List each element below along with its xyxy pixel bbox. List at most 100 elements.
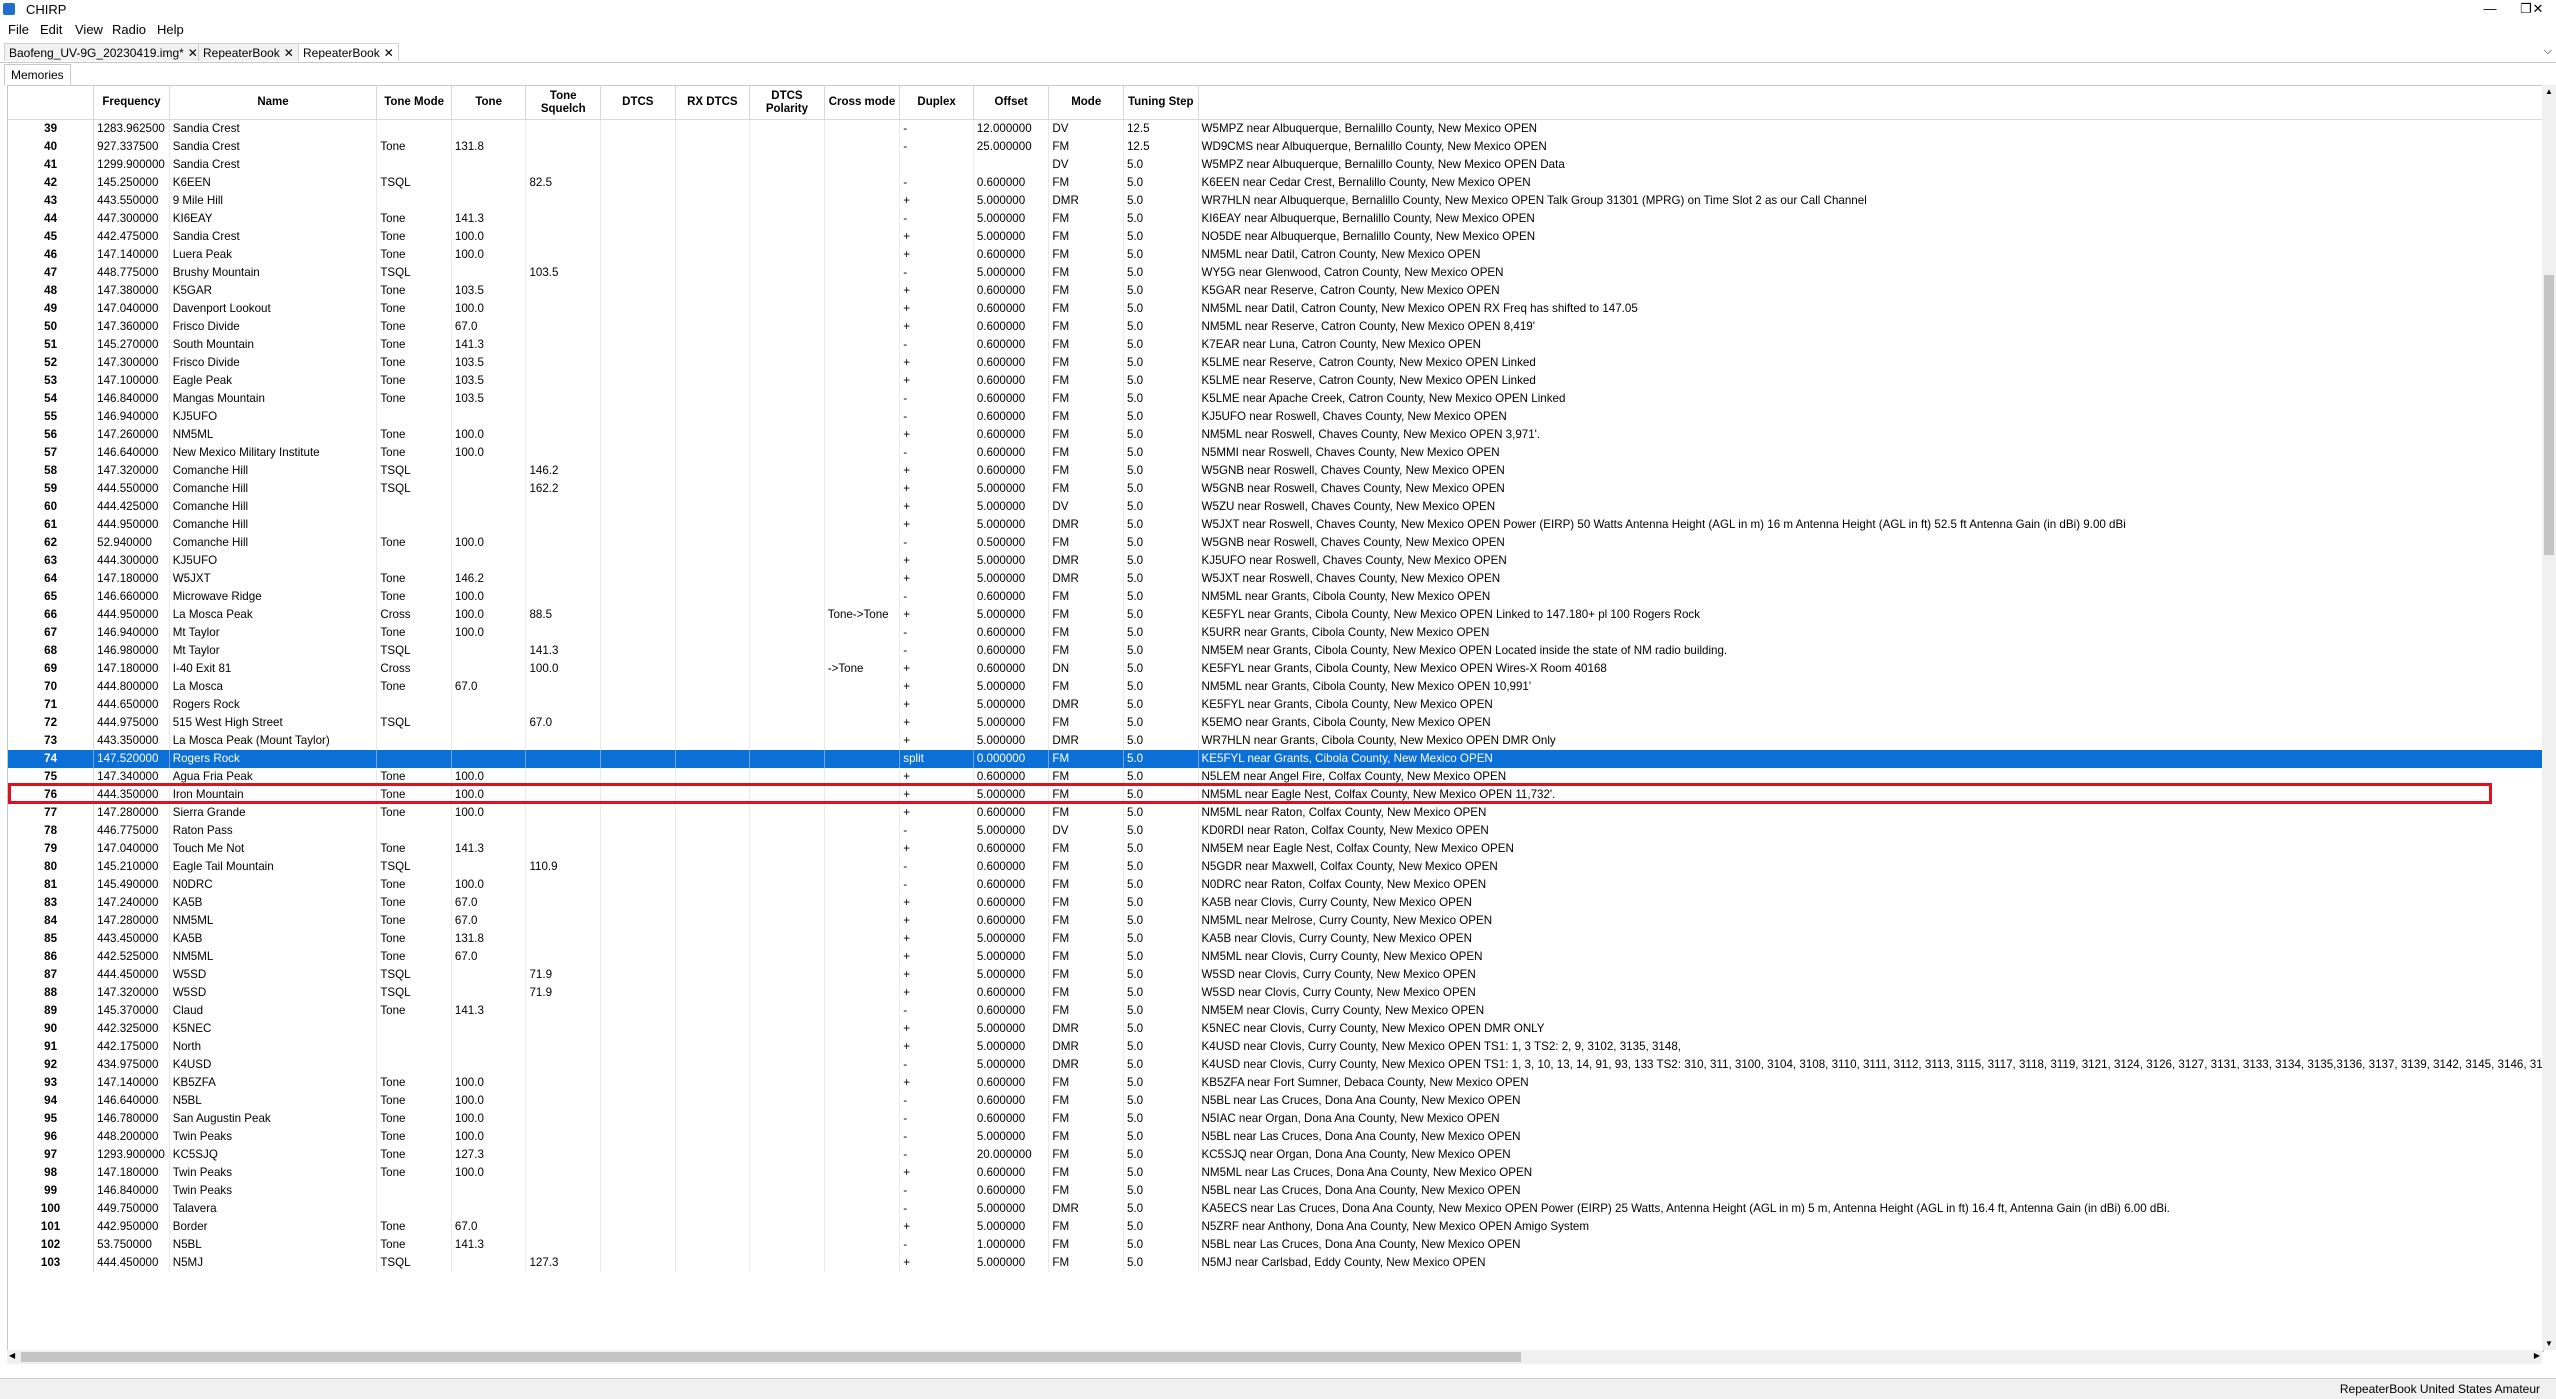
table-cell[interactable]: 0.600000 <box>973 804 1050 822</box>
table-row[interactable]: 84 147.280000 NM5ML Tone 67.0 +0.600000 FM 5.0 N… <box>8 912 2543 930</box>
table-cell[interactable]: + <box>899 732 974 750</box>
table-row[interactable]: 74 147.520000 Rogers Rock split 0.000000 FM 5.… <box>8 750 2543 768</box>
table-cell[interactable]: 5.000000 <box>973 1128 1050 1146</box>
table-cell[interactable]: 5.0 <box>1123 516 1199 534</box>
table-cell[interactable]: DMR <box>1048 732 1124 750</box>
table-cell[interactable]: 53.750000 <box>93 1236 170 1254</box>
table-cell[interactable] <box>525 426 602 444</box>
table-cell[interactable] <box>451 498 527 516</box>
table-cell[interactable] <box>525 948 602 966</box>
table-cell[interactable]: Tone <box>376 1128 452 1146</box>
table-cell[interactable] <box>749 1182 825 1200</box>
table-cell[interactable]: 5.0 <box>1123 1020 1199 1038</box>
table-cell[interactable]: 5.0 <box>1123 1038 1199 1056</box>
table-cell[interactable] <box>824 462 901 480</box>
table-cell[interactable]: 444.425000 <box>93 498 170 516</box>
table-cell[interactable]: 0.500000 <box>973 534 1050 552</box>
table-row[interactable]: 101 442.950000 Border Tone 67.0 +5.000000 FM 5.… <box>8 1218 2543 1236</box>
table-cell[interactable] <box>824 119 901 138</box>
table-cell[interactable]: 0.600000 <box>973 1074 1050 1092</box>
table-row[interactable]: 53 147.100000 Eagle Peak Tone 103.5 +0.600000… <box>8 372 2543 390</box>
table-cell[interactable]: 100.0 <box>451 246 527 264</box>
table-row[interactable]: 50 147.360000 Frisco Divide Tone 67.0 +0.6000… <box>8 318 2543 336</box>
table-cell[interactable]: Tone <box>376 804 452 822</box>
table-cell[interactable] <box>675 408 751 426</box>
table-row[interactable]: 57 146.640000 New Mexico Military Institut… <box>8 444 2543 462</box>
table-cell[interactable]: TSQL <box>376 642 452 660</box>
table-cell[interactable]: 67.0 <box>451 948 527 966</box>
table-cell[interactable] <box>824 1092 901 1110</box>
table-cell[interactable] <box>824 1002 901 1020</box>
table-cell[interactable] <box>749 1164 825 1182</box>
table-cell[interactable]: Comanche Hill <box>169 462 378 480</box>
horizontal-scroll-thumb[interactable] <box>21 1352 1521 1362</box>
table-cell[interactable]: Tone <box>376 948 452 966</box>
table-cell[interactable]: W5SD near Clovis, Curry County, New Mexi… <box>1198 966 2543 984</box>
table-cell[interactable] <box>824 678 901 696</box>
table-cell[interactable]: 147.520000 <box>93 750 170 768</box>
table-cell[interactable] <box>451 516 527 534</box>
table-cell[interactable]: + <box>899 192 974 210</box>
table-cell[interactable]: FM <box>1048 336 1124 354</box>
column-header[interactable]: Cross mode <box>824 86 901 120</box>
table-cell[interactable]: FM <box>1048 804 1124 822</box>
table-cell[interactable]: 5.0 <box>1123 156 1199 174</box>
table-cell[interactable]: 434.975000 <box>93 1056 170 1074</box>
row-number[interactable]: 39 <box>8 119 95 138</box>
table-cell[interactable]: 5.000000 <box>973 1038 1050 1056</box>
table-cell[interactable]: FM <box>1048 228 1124 246</box>
table-cell[interactable]: - <box>899 1128 974 1146</box>
table-cell[interactable] <box>675 570 751 588</box>
memories-grid[interactable]: Frequency Name Tone Mode Tone Tone Squelch DT… <box>7 85 2544 1352</box>
table-cell[interactable]: 0.600000 <box>973 876 1050 894</box>
table-cell[interactable]: FM <box>1048 750 1124 768</box>
table-cell[interactable]: 447.300000 <box>93 210 170 228</box>
table-cell[interactable] <box>451 119 527 138</box>
table-cell[interactable]: N5BL <box>169 1092 378 1110</box>
table-cell[interactable] <box>525 156 602 174</box>
table-cell[interactable]: 5.0 <box>1123 1146 1199 1164</box>
table-cell[interactable] <box>749 426 825 444</box>
table-cell[interactable]: 147.280000 <box>93 804 170 822</box>
table-cell[interactable] <box>525 1110 602 1128</box>
table-row[interactable]: 66 444.950000 La Mosca Peak Cross 100.0 88.5 T… <box>8 606 2543 624</box>
table-cell[interactable] <box>824 138 901 156</box>
table-cell[interactable] <box>749 318 825 336</box>
table-cell[interactable] <box>600 930 676 948</box>
table-cell[interactable]: 5.0 <box>1123 642 1199 660</box>
table-cell[interactable]: Tone <box>376 768 452 786</box>
table-cell[interactable] <box>600 876 676 894</box>
table-cell[interactable] <box>451 642 527 660</box>
table-cell[interactable]: NM5ML near Las Cruces, Dona Ana County, … <box>1198 1164 2543 1182</box>
table-cell[interactable]: KJ5UFO near Roswell, Chaves County, New … <box>1198 408 2543 426</box>
table-cell[interactable] <box>600 318 676 336</box>
table-cell[interactable]: 141.3 <box>451 840 527 858</box>
table-cell[interactable]: 103.5 <box>451 372 527 390</box>
table-cell[interactable]: FM <box>1048 588 1124 606</box>
table-row[interactable]: 64 147.180000 W5JXT Tone 146.2 +5.000000 DMR 5.… <box>8 570 2543 588</box>
row-number[interactable]: 58 <box>8 462 95 480</box>
table-cell[interactable] <box>451 1254 527 1272</box>
table-cell[interactable] <box>675 354 751 372</box>
table-row[interactable]: 70 444.800000 La Mosca Tone 67.0 +5.000000 FM 5… <box>8 678 2543 696</box>
table-cell[interactable] <box>675 426 751 444</box>
table-cell[interactable]: 12.000000 <box>973 119 1050 138</box>
table-cell[interactable]: 444.550000 <box>93 480 170 498</box>
table-cell[interactable] <box>376 1200 452 1218</box>
table-cell[interactable]: FM <box>1048 300 1124 318</box>
table-cell[interactable]: + <box>899 246 974 264</box>
table-cell[interactable] <box>451 462 527 480</box>
table-cell[interactable] <box>600 462 676 480</box>
table-cell[interactable]: New Mexico Military Institute <box>169 444 378 462</box>
table-cell[interactable] <box>749 300 825 318</box>
table-cell[interactable] <box>749 1074 825 1092</box>
table-cell[interactable]: - <box>899 119 974 138</box>
table-cell[interactable] <box>749 498 825 516</box>
table-cell[interactable]: 100.0 <box>451 624 527 642</box>
table-cell[interactable]: Frisco Divide <box>169 354 378 372</box>
menu-view[interactable]: View <box>75 22 103 37</box>
table-cell[interactable]: La Mosca Peak <box>169 606 378 624</box>
row-number[interactable]: 93 <box>8 1074 95 1092</box>
table-cell[interactable] <box>824 912 901 930</box>
row-number[interactable]: 65 <box>8 588 95 606</box>
